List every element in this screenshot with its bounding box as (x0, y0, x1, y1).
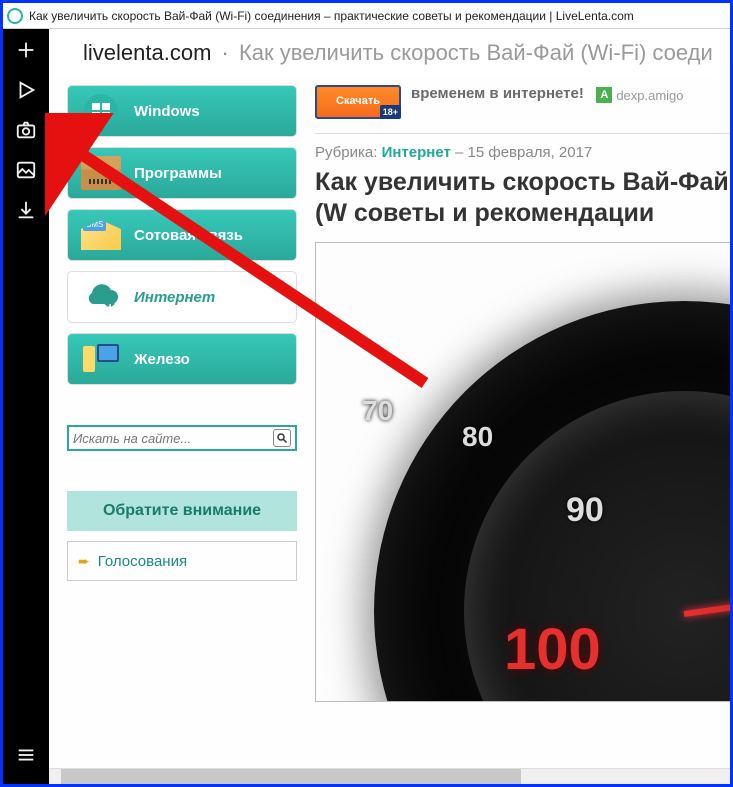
gallery-icon[interactable] (15, 159, 37, 181)
article-date: 15 февраля, 2017 (468, 144, 593, 161)
window-titlebar: Как увеличить скорость Вай-Фай (Wi-Fi) с… (3, 3, 730, 29)
article-title: Как увеличить скорость Вай-Фай (W советы… (315, 167, 730, 230)
ad-banner[interactable]: Скачать 18+ временем в интернете! A dexp… (315, 85, 730, 119)
category-programs[interactable]: Программы (67, 147, 297, 199)
extension-badge: A dexp.amigo (596, 87, 683, 103)
speedometer-needle (684, 572, 730, 617)
site-sidebar: Windows Программы SMS Сотовая связь (67, 85, 297, 784)
speedo-tick-100: 100 (504, 616, 601, 683)
menu-icon[interactable] (15, 744, 37, 766)
cloud-icon (81, 284, 121, 310)
category-internet[interactable]: Интернет (67, 271, 297, 323)
speedo-tick-70: 70 (362, 395, 393, 427)
box-icon (81, 156, 121, 190)
banner-tagline: временем в интернете! (411, 85, 584, 102)
speedo-tick-80: 80 (462, 421, 493, 453)
category-mobile[interactable]: SMS Сотовая связь (67, 209, 297, 261)
main-content: Скачать 18+ временем в интернете! A dexp… (297, 85, 730, 784)
camera-icon[interactable] (15, 119, 37, 141)
window-title: Как увеличить скорость Вай-Фай (Wi-Fi) с… (29, 9, 634, 23)
category-windows[interactable]: Windows (67, 85, 297, 137)
opera-sidebar (3, 29, 49, 784)
url-text: livelenta.com · Как увеличить скорость В… (83, 40, 713, 66)
windows-icon (84, 94, 118, 128)
vote-link[interactable]: ➨ Голосования (67, 541, 297, 581)
scrollbar-thumb[interactable] (61, 769, 521, 784)
mail-icon: SMS (81, 220, 121, 250)
arrow-right-icon: ➨ (78, 553, 90, 570)
favicon-icon (7, 8, 23, 24)
hero-image: 70 80 90 100 (315, 242, 730, 702)
pc-icon (83, 344, 119, 374)
search-input[interactable] (73, 431, 273, 446)
divider (315, 133, 730, 134)
address-bar[interactable]: livelenta.com · Как увеличить скорость В… (49, 29, 730, 77)
new-tab-icon[interactable] (15, 39, 37, 61)
url-path: Как увеличить скорость Вай-Фай (Wi-Fi) с… (239, 40, 713, 65)
play-icon[interactable] (15, 79, 37, 101)
rubric-link[interactable]: Интернет (382, 144, 451, 161)
download-icon[interactable] (15, 199, 37, 221)
speedo-tick-90: 90 (566, 491, 604, 530)
site-search[interactable] (67, 425, 297, 451)
horizontal-scrollbar[interactable] (49, 768, 730, 784)
attention-heading: Обратите внимание (67, 491, 297, 531)
url-domain: livelenta.com (83, 40, 211, 65)
download-badge[interactable]: Скачать 18+ (315, 85, 401, 119)
age-badge: 18+ (380, 105, 401, 119)
category-hardware[interactable]: Железо (67, 333, 297, 385)
search-button[interactable] (273, 429, 291, 447)
rubric-row: Рубрика: Интернет – 15 февраля, 2017 (315, 144, 730, 161)
